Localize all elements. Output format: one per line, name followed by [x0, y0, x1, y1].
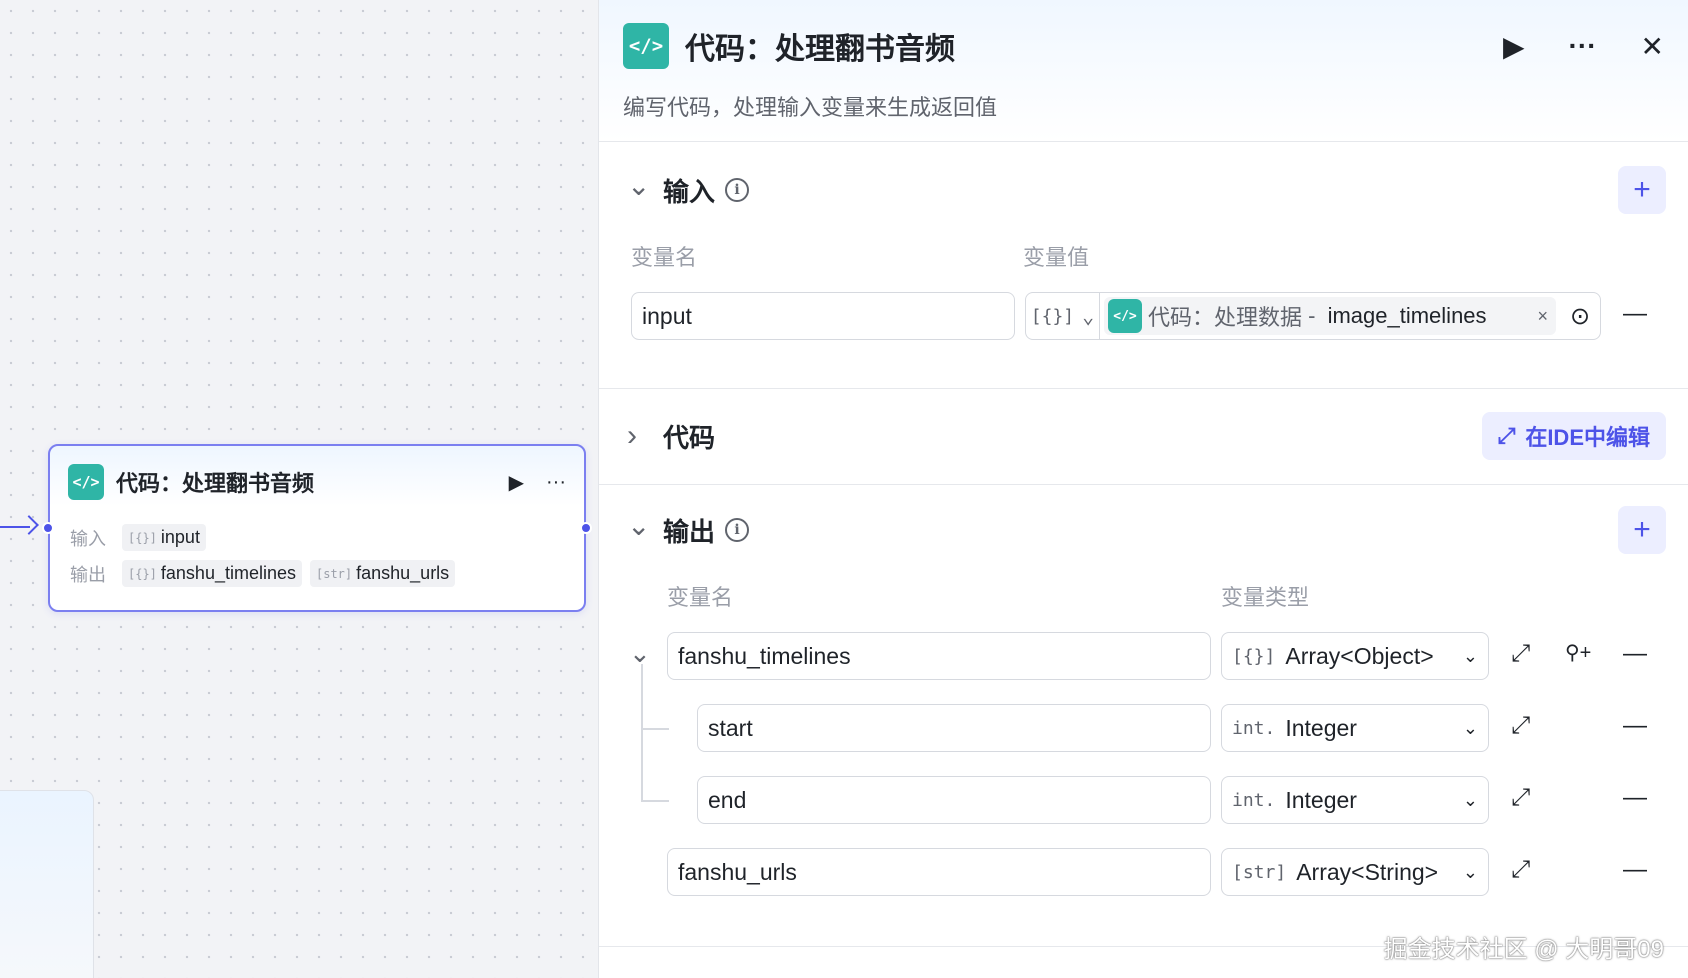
- ref-node-name: 代码：处理数据: [1148, 305, 1303, 330]
- tree-line: [641, 728, 669, 730]
- code-section-header[interactable]: › 代码 ⤢ 在IDE中编辑: [627, 412, 1666, 460]
- node-input-port[interactable]: [42, 522, 54, 534]
- panel-title: 代码：处理翻书音频: [685, 33, 955, 66]
- workflow-canvas[interactable]: </> 代码：处理翻书音频 ▶ ··· 输入 [{}] input 输出 [{}…: [0, 0, 598, 978]
- tree-line: [641, 800, 669, 802]
- output-var-name-field[interactable]: end: [697, 776, 1211, 824]
- ref-type-select[interactable]: [{}] ⌄: [1026, 293, 1100, 339]
- chevron-down-icon[interactable]: ⌄: [627, 509, 663, 542]
- input-section-header[interactable]: ⌄ 输入 i +: [627, 166, 1666, 214]
- output-var-type-label: Array<String>: [1296, 858, 1439, 885]
- panel-description: 编写代码，处理输入变量来生成返回值: [623, 95, 998, 120]
- array-string-type-icon: [str]: [1232, 861, 1287, 883]
- code-icon: </>: [623, 23, 669, 69]
- edit-in-ide-button[interactable]: ⤢ 在IDE中编辑: [1481, 412, 1666, 460]
- output-var-type-select[interactable]: int. Integer ⌄: [1221, 776, 1489, 824]
- expand-icon[interactable]: ⤢: [1511, 856, 1530, 884]
- input-col-value-label: 变量值: [1023, 245, 1090, 270]
- edge-arrow-icon: [19, 515, 39, 535]
- more-icon[interactable]: ···: [546, 471, 566, 494]
- output-var-name-field[interactable]: fanshu_urls: [667, 848, 1211, 896]
- output-var-name-field[interactable]: start: [697, 704, 1211, 752]
- integer-type-icon: int.: [1232, 717, 1276, 739]
- ref-var-name: image_timelines: [1327, 303, 1487, 328]
- close-icon[interactable]: ✕: [1641, 30, 1664, 63]
- run-icon[interactable]: ▶: [509, 470, 524, 495]
- remove-output-button[interactable]: —: [1623, 784, 1647, 812]
- integer-type-icon: int.: [1232, 789, 1276, 811]
- code-node-card[interactable]: </> 代码：处理翻书音频 ▶ ··· 输入 [{}] input 输出 [{}…: [42, 444, 592, 612]
- output-var-type-select[interactable]: [str] Array<String> ⌄: [1221, 848, 1489, 896]
- chevron-down-icon: ⌄: [1462, 789, 1478, 810]
- remove-output-button[interactable]: —: [1623, 856, 1647, 884]
- input-col-name-label: 变量名: [631, 245, 698, 270]
- input-var-value-ref[interactable]: [{}] ⌄ </> 代码：处理数据 - image_timelines × ⊙: [1025, 292, 1601, 340]
- chevron-right-icon[interactable]: ›: [627, 419, 663, 453]
- array-object-type-icon: [{}]: [128, 566, 157, 581]
- info-icon[interactable]: i: [725, 518, 750, 542]
- tree-line: [641, 664, 643, 802]
- ref-value-tag: </> 代码：处理数据 - image_timelines ×: [1104, 297, 1556, 335]
- input-section-title: 输入: [663, 176, 716, 207]
- ref-separator: -: [1302, 303, 1322, 328]
- chevron-down-icon[interactable]: ⌄: [627, 169, 663, 202]
- output-col-name-label: 变量名: [667, 585, 734, 610]
- section-divider: [599, 388, 1688, 389]
- output-col-type-label: 变量类型: [1221, 585, 1310, 610]
- panel-header: </> 代码：处理翻书音频 ▶ ··· ✕ 编写代码，处理输入变量来生成返回值: [599, 0, 1688, 142]
- code-section-title: 代码: [663, 422, 716, 453]
- expand-icon: ⤢: [1497, 423, 1516, 448]
- chevron-down-icon[interactable]: ⌄: [629, 638, 651, 669]
- output-var-type-label: Array<Object>: [1285, 642, 1434, 669]
- node-output-label: 输出: [70, 564, 106, 585]
- expand-icon[interactable]: ⤢: [1511, 784, 1530, 812]
- array-string-type-icon: [str]: [316, 566, 353, 581]
- input-var-name-field[interactable]: input: [631, 292, 1015, 340]
- partial-node-card[interactable]: [0, 790, 94, 978]
- expand-icon[interactable]: ⤢: [1511, 640, 1530, 668]
- node-output-name: fanshu_timelines: [160, 563, 296, 583]
- node-output-pill: [{}] fanshu_timelines: [122, 560, 302, 587]
- remove-output-button[interactable]: —: [1623, 640, 1647, 668]
- clear-icon[interactable]: ×: [1537, 306, 1548, 327]
- output-section-title: 输出: [663, 516, 716, 547]
- output-var-type-label: Integer: [1285, 786, 1357, 813]
- more-icon[interactable]: ···: [1569, 30, 1597, 62]
- code-icon: </>: [68, 464, 104, 500]
- node-input-label: 输入: [70, 528, 106, 549]
- run-icon[interactable]: ▶: [1503, 30, 1525, 63]
- array-object-type-icon: [{}]: [128, 530, 157, 545]
- output-var-name-field[interactable]: fanshu_timelines: [667, 632, 1211, 680]
- output-var-type-label: Integer: [1285, 714, 1357, 741]
- edit-in-ide-label: 在IDE中编辑: [1525, 425, 1650, 450]
- output-var-type-select[interactable]: [{}] Array<Object> ⌄: [1221, 632, 1489, 680]
- node-output-name: fanshu_urls: [356, 563, 450, 583]
- expand-icon[interactable]: ⤢: [1511, 712, 1530, 740]
- add-output-button[interactable]: +: [1618, 506, 1666, 554]
- watermark: 掘金技术社区 @ 大明哥09: [1383, 936, 1664, 963]
- array-object-type-icon: [{}]: [1232, 645, 1276, 667]
- node-output-pill: [str] fanshu_urls: [310, 560, 456, 587]
- chevron-down-icon: ⌄: [1462, 645, 1478, 666]
- node-output-port[interactable]: [580, 522, 592, 534]
- add-child-icon[interactable]: ⚲+: [1565, 640, 1591, 665]
- output-var-type-select[interactable]: int. Integer ⌄: [1221, 704, 1489, 752]
- target-icon[interactable]: ⊙: [1560, 302, 1600, 331]
- node-config-panel: </> 代码：处理翻书音频 ▶ ··· ✕ 编写代码，处理输入变量来生成返回值 …: [598, 0, 1688, 978]
- array-object-type-icon: [{}]: [1030, 305, 1075, 327]
- chevron-down-icon: ⌄: [1462, 861, 1478, 882]
- node-input-name: input: [160, 527, 200, 547]
- info-icon[interactable]: i: [725, 178, 750, 202]
- output-section-header[interactable]: ⌄ 输出 i +: [627, 506, 1666, 554]
- section-divider: [599, 484, 1688, 485]
- remove-input-button[interactable]: —: [1623, 300, 1647, 328]
- remove-output-button[interactable]: —: [1623, 712, 1647, 740]
- node-input-pill: [{}] input: [122, 524, 206, 551]
- code-icon: </>: [1108, 299, 1142, 333]
- node-title: 代码：处理翻书音频: [116, 471, 315, 496]
- chevron-down-icon: ⌄: [1462, 717, 1478, 738]
- chevron-down-icon: ⌄: [1082, 304, 1095, 328]
- add-input-button[interactable]: +: [1618, 166, 1666, 214]
